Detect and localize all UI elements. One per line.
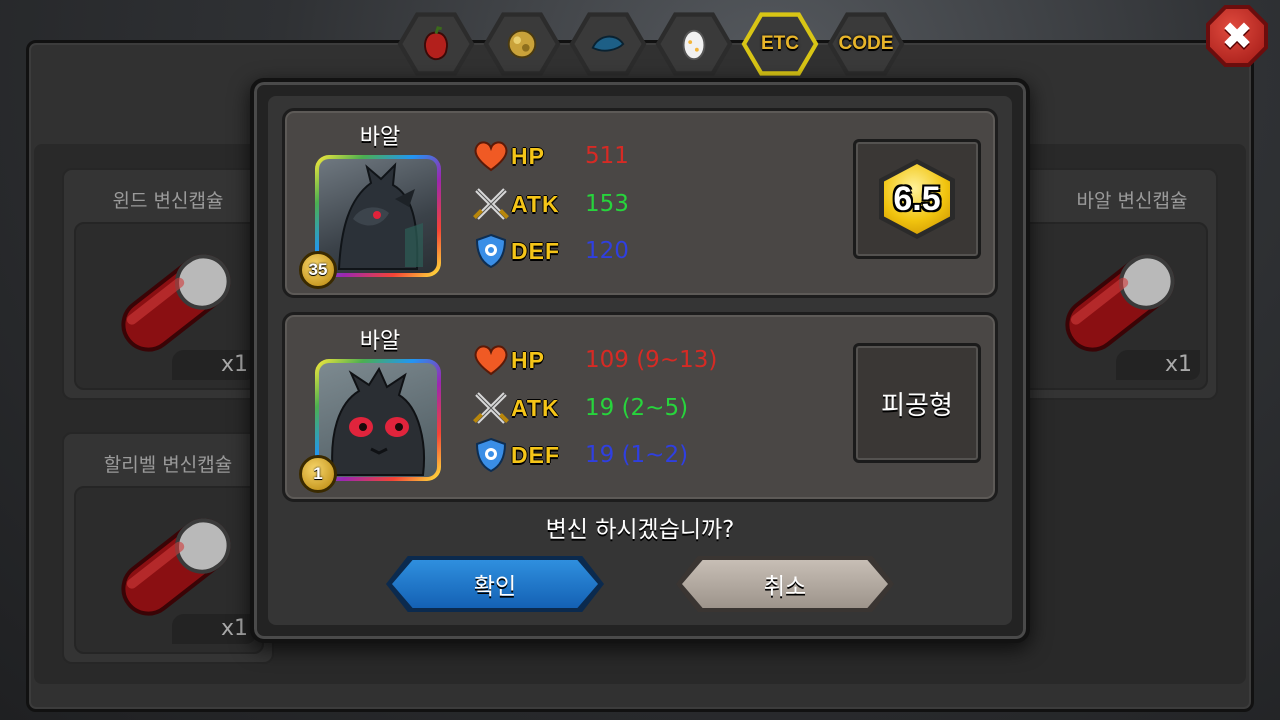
def-value: 19 (1~2) <box>585 442 689 468</box>
tab-etc-label: ETC <box>761 33 799 54</box>
capsule-card-halibel[interactable]: 할리벨 변신캡슐 x1 <box>62 432 274 664</box>
grade-badge: 6.5 <box>879 159 955 239</box>
tab-fruit[interactable] <box>396 8 476 80</box>
capsule-card-wind[interactable]: 윈드 변신캡슐 x1 <box>62 168 274 400</box>
tab-code[interactable]: CODE <box>826 8 906 80</box>
heart-icon <box>474 141 508 172</box>
capsule-icon <box>121 518 231 616</box>
grade-value: 6.5 <box>893 179 941 218</box>
fish-icon <box>591 35 625 52</box>
stat-atk: ATK 153 <box>471 184 629 224</box>
baby-dragon-portrait-icon <box>331 366 425 476</box>
cancel-button-label: 취소 <box>763 574 807 600</box>
level-badge: 35 <box>299 251 337 289</box>
tab-etc[interactable]: ETC <box>740 8 820 80</box>
shield-icon <box>475 437 507 473</box>
stat-def: DEF 19 (1~2) <box>471 435 688 475</box>
capsule-slot: x1 <box>74 222 264 390</box>
def-label: DEF <box>511 441 560 468</box>
stat-hp: HP 511 <box>471 136 629 176</box>
crossed-swords-icon <box>473 188 509 220</box>
stat-atk: ATK 19 (2~5) <box>471 388 688 428</box>
cancel-button[interactable]: 취소 <box>676 556 894 612</box>
close-button[interactable]: ✖ <box>1206 5 1268 67</box>
capsule-card-baal[interactable]: 바알 변신캡슐 x1 <box>1006 168 1218 400</box>
dragon-portrait-icon <box>337 162 423 270</box>
capsule-name: 윈드 변신캡슐 <box>112 190 224 212</box>
capsule-qty: x1 <box>172 614 256 644</box>
hp-value: 511 <box>585 143 629 169</box>
tab-ore[interactable] <box>482 8 562 80</box>
capsule-name: 바알 변신캡슐 <box>1076 190 1188 212</box>
tab-egg[interactable] <box>654 8 734 80</box>
capsule-icon <box>121 254 231 352</box>
hp-label: HP <box>511 346 545 373</box>
close-icon: ✖ <box>1221 14 1253 58</box>
tab-code-label: CODE <box>838 33 894 54</box>
confirm-question: 변신 하시겠습니까? <box>545 517 735 543</box>
capsule-qty: x1 <box>1116 350 1200 380</box>
confirm-button[interactable]: 확인 <box>386 556 604 612</box>
confirm-button-label: 확인 <box>473 574 517 600</box>
atk-label: ATK <box>511 394 560 421</box>
grade-box: 6.5 <box>853 139 981 259</box>
capsule-slot: x1 <box>74 486 264 654</box>
shield-icon <box>475 233 507 269</box>
ore-icon <box>507 29 537 59</box>
tab-fish[interactable] <box>568 8 648 80</box>
crossed-swords-icon <box>473 392 509 424</box>
category-tab-bar: ETC CODE <box>396 8 906 80</box>
stat-hp: HP 109 (9~13) <box>471 340 717 380</box>
result-monster-card: 바알 1 HP 109 (9~13) ATK 19 (2~5) DEF 19 (… <box>282 312 998 502</box>
capsule-name: 할리벨 변신캡슐 <box>103 454 233 476</box>
monster-type: 피공형 <box>881 390 953 421</box>
fruit-icon <box>424 26 448 61</box>
hp-label: HP <box>511 142 545 169</box>
atk-label: ATK <box>511 190 560 217</box>
stat-def: DEF 120 <box>471 231 629 271</box>
heart-icon <box>474 345 508 376</box>
monster-name: 바알 <box>359 329 401 354</box>
atk-value: 19 (2~5) <box>585 395 689 421</box>
capsule-icon <box>1065 254 1175 352</box>
level-badge: 1 <box>299 455 337 493</box>
current-monster-card: 바알 35 HP 511 ATK 153 DEF 120 6.5 <box>282 108 998 298</box>
capsule-qty: x1 <box>172 350 256 380</box>
capsule-slot: x1 <box>1018 222 1208 390</box>
atk-value: 153 <box>585 191 629 217</box>
monster-name: 바알 <box>359 125 401 150</box>
egg-icon <box>682 29 706 61</box>
def-label: DEF <box>511 237 560 264</box>
def-value: 120 <box>585 238 629 264</box>
hp-value: 109 (9~13) <box>585 347 718 373</box>
type-box: 피공형 <box>853 343 981 463</box>
